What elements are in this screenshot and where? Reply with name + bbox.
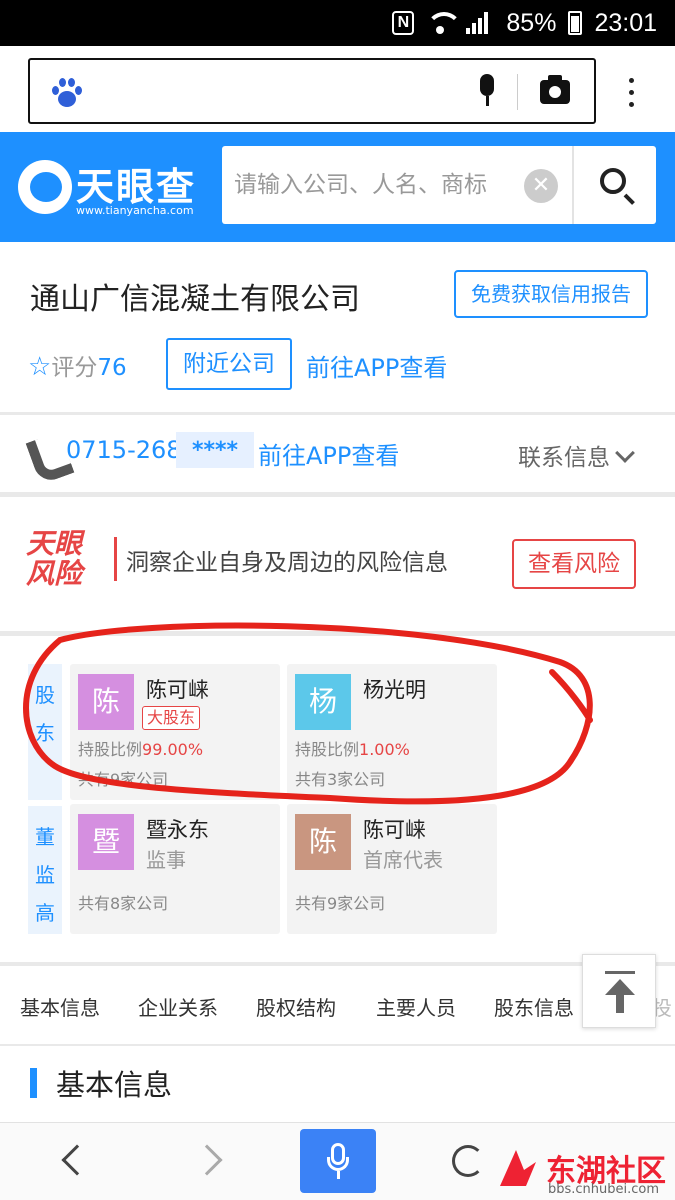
logo-url: www.tianyancha.com — [76, 204, 194, 217]
camera-icon[interactable] — [540, 75, 570, 104]
divider — [517, 74, 518, 110]
battery-icon — [568, 11, 583, 35]
credit-report-button[interactable]: 免费获取信用报告 — [454, 270, 648, 318]
executive-role: 监事 — [146, 848, 186, 872]
browser-toolbar — [0, 46, 675, 132]
share-ratio: 持股比例99.00% — [78, 736, 203, 760]
company-count: 共有9家公司 — [78, 770, 169, 789]
voice-search-icon[interactable] — [478, 74, 494, 106]
goto-app-link[interactable]: 前往APP查看 — [306, 348, 447, 383]
executives-tag: 董 监 高 — [28, 806, 62, 934]
company-name: 通山广信混凝土有限公司 — [30, 282, 360, 317]
nfc-icon: N — [392, 11, 415, 35]
executive-card[interactable]: 暨 暨永东 监事 共有8家公司 — [70, 804, 280, 934]
section-title: 基本信息 — [56, 1068, 173, 1102]
tab-key-personnel[interactable]: 主要人员 — [376, 992, 456, 1021]
executive-name: 暨永东 — [146, 818, 209, 842]
back-icon[interactable] — [61, 1144, 93, 1176]
tab-basic-info[interactable]: 基本信息 — [20, 992, 100, 1021]
address-bar[interactable] — [28, 58, 596, 124]
ratio-label: 持股比例 — [295, 740, 360, 759]
company-summary: 通山广信混凝土有限公司 免费获取信用报告 ☆评分76 附近公司 前往APP查看 — [0, 242, 675, 412]
ratio-value: 99.00% — [142, 740, 204, 759]
tab-equity-structure[interactable]: 股权结构 — [256, 992, 336, 1021]
phone-row: 0715-268 **** 前往APP查看 联系信息 — [0, 414, 675, 492]
shareholders-tag: 股 东 — [28, 664, 62, 800]
logo-mark-icon — [18, 160, 72, 214]
watermark-logo-icon — [500, 1150, 536, 1186]
shareholder-card[interactable]: 杨 杨光明 持股比例1.00% 共有3家公司 — [287, 664, 497, 800]
phone-number[interactable]: 0715-268 — [66, 436, 182, 464]
site-header: 天眼查 www.tianyancha.com ✕ — [0, 132, 675, 242]
baidu-paw-icon — [50, 76, 84, 110]
people-section: 股 东 陈 陈可崃 大股东 持股比例99.00% 共有9家公司 杨 杨光明 持股… — [0, 636, 675, 962]
watermark-url: bbs.cnhubei.com — [548, 1182, 660, 1197]
shareholder-name: 陈可崃 — [146, 678, 209, 702]
phone-mask: **** — [176, 432, 254, 468]
logo-text: 天眼查 — [76, 165, 197, 209]
nearby-companies-button[interactable]: 附近公司 — [166, 338, 292, 390]
view-risk-button[interactable]: 查看风险 — [512, 539, 636, 589]
executive-card[interactable]: 陈 陈可崃 首席代表 共有9家公司 — [287, 804, 497, 934]
avatar: 杨 — [295, 674, 351, 730]
back-to-top-button[interactable] — [582, 954, 656, 1028]
phone-goto-app-link[interactable]: 前往APP查看 — [258, 436, 399, 471]
forum-watermark: 东湖社区 bbs.cnhubei.com — [496, 1142, 675, 1198]
star-icon: ☆ — [28, 352, 52, 382]
voice-input-button[interactable] — [300, 1129, 376, 1193]
risk-logo-line2: 风险 — [26, 557, 83, 590]
signal-icon — [466, 12, 494, 34]
search-input[interactable] — [222, 146, 522, 224]
tianyan-risk-logo: 天眼 风险 — [26, 529, 112, 591]
risk-banner: 天眼 风险 洞察企业自身及周边的风险信息 查看风险 — [0, 497, 675, 631]
search-button[interactable] — [572, 146, 656, 224]
avatar: 陈 — [78, 674, 134, 730]
search-box: ✕ — [222, 146, 656, 224]
contact-label: 联系信息 — [518, 445, 610, 471]
contact-info-toggle[interactable]: 联系信息 — [518, 438, 635, 472]
avatar: 陈 — [295, 814, 351, 870]
tab-shareholder-info[interactable]: 股东信息 — [494, 992, 574, 1021]
clear-search-icon[interactable]: ✕ — [524, 169, 558, 203]
ratio-value: 1.00% — [359, 740, 410, 759]
clock: 23:01 — [594, 8, 657, 37]
company-count: 共有3家公司 — [295, 770, 386, 789]
status-bar: N 85% 23:01 — [0, 0, 675, 46]
chevron-down-icon — [615, 443, 635, 463]
battery-level: 85% — [506, 8, 557, 37]
major-shareholder-badge: 大股东 — [142, 706, 201, 730]
forward-icon[interactable] — [191, 1144, 223, 1176]
risk-logo-line1: 天眼 — [26, 527, 83, 560]
section-tabs: 基本信息 企业关系 股权结构 主要人员 股东信息 对外投 — [0, 966, 675, 1044]
tianyancha-logo[interactable]: 天眼查 www.tianyancha.com — [18, 154, 218, 224]
score-label: 评分 — [51, 355, 98, 381]
executive-name: 陈可崃 — [363, 818, 426, 842]
more-menu-icon[interactable] — [624, 78, 638, 112]
basic-info-section: 基本信息 — [0, 1046, 675, 1120]
shareholder-name: 杨光明 — [363, 678, 426, 702]
executive-role: 首席代表 — [363, 848, 443, 872]
shareholder-card[interactable]: 陈 陈可崃 大股东 持股比例99.00% 共有9家公司 — [70, 664, 280, 800]
company-count: 共有9家公司 — [295, 894, 386, 913]
share-ratio: 持股比例1.00% — [295, 736, 410, 760]
risk-divider — [114, 537, 117, 581]
tab-enterprise-relations[interactable]: 企业关系 — [138, 992, 218, 1021]
company-count: 共有8家公司 — [78, 894, 169, 913]
score-value: 76 — [97, 355, 127, 381]
section-marker — [30, 1068, 37, 1098]
phone-icon — [28, 434, 66, 472]
ratio-label: 持股比例 — [78, 740, 143, 759]
wifi-icon — [426, 12, 463, 34]
risk-description: 洞察企业自身及周边的风险信息 — [126, 550, 448, 576]
reload-icon[interactable] — [452, 1145, 484, 1177]
company-score: ☆评分76 — [28, 348, 127, 382]
avatar: 暨 — [78, 814, 134, 870]
search-icon — [600, 168, 626, 194]
